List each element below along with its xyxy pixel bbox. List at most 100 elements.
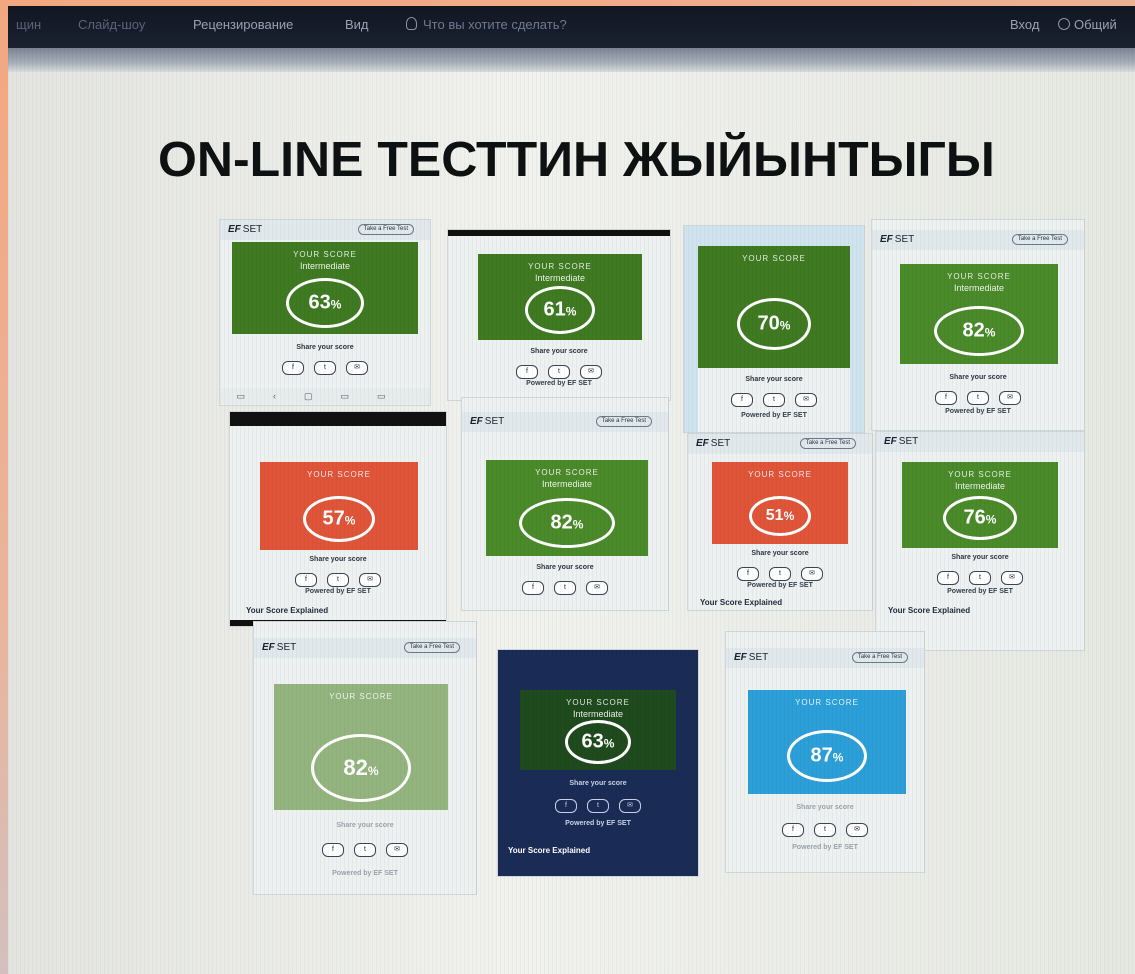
take-test-button[interactable]: Take a Free Test xyxy=(851,652,908,663)
score-panel: YOUR SCORE Intermediate 76% xyxy=(902,462,1058,548)
result-card: EF SET Take a Free Test YOUR SCORE Interm… xyxy=(462,398,668,610)
take-test-button[interactable]: Take a Free Test xyxy=(403,642,460,653)
share-button[interactable]: Общий xyxy=(1058,17,1117,32)
score-panel: YOUR SCORE Intermediate 63% xyxy=(232,242,418,334)
menu-tab-partial[interactable]: щин xyxy=(16,17,41,32)
email-icon[interactable]: ✉ xyxy=(999,391,1021,405)
score-value: 76% xyxy=(963,506,997,529)
your-score-label: YOUR SCORE xyxy=(293,250,357,259)
take-test-button[interactable]: Take a Free Test xyxy=(799,438,856,449)
facebook-icon[interactable]: f xyxy=(935,391,957,405)
twitter-icon[interactable]: t xyxy=(554,581,576,595)
score-value: 63% xyxy=(308,291,342,314)
ef-set-logo: EF SET xyxy=(734,652,769,663)
score-value: 82% xyxy=(343,755,379,780)
facebook-icon[interactable]: f xyxy=(782,823,804,837)
twitter-icon[interactable]: t xyxy=(314,361,336,375)
sign-in-link[interactable]: Вход xyxy=(1010,17,1039,32)
email-icon[interactable]: ✉ xyxy=(386,843,408,857)
facebook-icon[interactable]: f xyxy=(555,799,577,813)
twitter-icon[interactable]: t xyxy=(354,843,376,857)
share-icons: f t ✉ xyxy=(876,566,1084,585)
phone-nav-bar: ▭‹▢▭▭ xyxy=(220,388,430,404)
score-value: 87% xyxy=(810,744,844,767)
share-label: Share your score xyxy=(569,780,627,787)
facebook-icon[interactable]: f xyxy=(737,567,759,581)
score-explained-heading: Your Score Explained xyxy=(508,846,591,855)
twitter-icon[interactable]: t xyxy=(969,571,991,585)
twitter-icon[interactable]: t xyxy=(327,573,349,587)
ef-set-logo: EF SET xyxy=(470,416,505,427)
your-score-label: YOUR SCORE xyxy=(748,470,812,479)
ef-set-logo: EF SET xyxy=(262,642,297,653)
result-card: EF SET Take a Free Test YOUR SCORE 87% Sh… xyxy=(726,632,924,872)
level-label: Intermediate xyxy=(534,273,586,283)
lightbulb-icon xyxy=(406,17,417,30)
powered-by: Powered by EF SET xyxy=(792,844,858,851)
tell-me-search[interactable]: Что вы хотите сделать? xyxy=(406,17,567,32)
menu-tab-view[interactable]: Вид xyxy=(345,17,369,32)
email-icon[interactable]: ✉ xyxy=(359,573,381,587)
your-score-label: YOUR SCORE xyxy=(947,272,1011,281)
score-panel: YOUR SCORE 51% xyxy=(712,462,848,544)
facebook-icon[interactable]: f xyxy=(295,573,317,587)
menu-tab-review[interactable]: Рецензирование xyxy=(193,17,293,32)
level-label: Intermediate xyxy=(954,481,1006,491)
your-score-label: YOUR SCORE xyxy=(742,254,806,263)
result-card: EF SET Take a Free Test YOUR SCORE 51% Sh… xyxy=(688,434,872,610)
score-ring: 82% xyxy=(311,734,411,802)
result-card: YOUR SCORE 57% Share your score f t ✉ Powe… xyxy=(230,412,446,626)
share-icons: f t ✉ xyxy=(872,386,1084,405)
share-icons: f t ✉ xyxy=(448,360,670,379)
card-topbar: EF SET Take a Free Test xyxy=(872,230,1084,250)
share-icons: f t ✉ xyxy=(254,838,476,857)
level-label: Intermediate xyxy=(953,283,1005,293)
twitter-icon[interactable]: t xyxy=(763,393,785,407)
twitter-icon[interactable]: t xyxy=(769,567,791,581)
facebook-icon[interactable]: f xyxy=(322,843,344,857)
twitter-icon[interactable]: t xyxy=(814,823,836,837)
your-score-label: YOUR SCORE xyxy=(329,692,393,701)
take-test-button[interactable]: Take a Free Test xyxy=(1011,234,1068,245)
result-card: EF SET Take a Free Test YOUR SCORE Interm… xyxy=(872,220,1084,430)
powered-by: Powered by EF SET xyxy=(741,412,807,419)
score-ring: 51% xyxy=(749,496,811,536)
email-icon[interactable]: ✉ xyxy=(795,393,817,407)
powerpoint-ribbon: щин Слайд-шоу Рецензирование Вид Что вы … xyxy=(8,6,1135,48)
menu-tab-slideshow[interactable]: Слайд-шоу xyxy=(78,17,145,32)
card-topbar: EF SET Take a Free Test xyxy=(220,220,430,240)
facebook-icon[interactable]: f xyxy=(522,581,544,595)
email-icon[interactable]: ✉ xyxy=(1001,571,1023,585)
share-icons: f t ✉ xyxy=(726,818,924,837)
email-icon[interactable]: ✉ xyxy=(586,581,608,595)
facebook-icon[interactable]: f xyxy=(731,393,753,407)
powered-by: Powered by EF SET xyxy=(305,588,371,595)
email-icon[interactable]: ✉ xyxy=(846,823,868,837)
twitter-icon[interactable]: t xyxy=(967,391,989,405)
email-icon[interactable]: ✉ xyxy=(801,567,823,581)
your-score-label: YOUR SCORE xyxy=(307,470,371,479)
score-ring: 57% xyxy=(303,496,375,542)
person-add-icon xyxy=(1058,18,1070,30)
result-card: YOUR SCORE Intermediate 61% Share your s… xyxy=(448,230,670,400)
twitter-icon[interactable]: t xyxy=(587,799,609,813)
email-icon[interactable]: ✉ xyxy=(346,361,368,375)
powered-by: Powered by EF SET xyxy=(945,408,1011,415)
facebook-icon[interactable]: f xyxy=(937,571,959,585)
facebook-icon[interactable]: f xyxy=(516,365,538,379)
score-ring: 82% xyxy=(934,306,1024,356)
level-label: Intermediate xyxy=(541,479,593,489)
ef-set-logo: EF SET xyxy=(880,234,915,245)
email-icon[interactable]: ✉ xyxy=(580,365,602,379)
share-icons: f t ✉ xyxy=(498,794,698,813)
take-test-button[interactable]: Take a Free Test xyxy=(595,416,652,427)
ribbon-shadow xyxy=(8,48,1135,72)
facebook-icon[interactable]: f xyxy=(282,361,304,375)
powered-by: Powered by EF SET xyxy=(332,870,398,877)
take-test-button[interactable]: Take a Free Test xyxy=(357,224,414,235)
email-icon[interactable]: ✉ xyxy=(619,799,641,813)
score-ring: 87% xyxy=(787,730,867,782)
share-label: Share your score xyxy=(309,556,367,563)
result-card: EF SET YOUR SCORE Intermediate 76% Share … xyxy=(876,432,1084,650)
twitter-icon[interactable]: t xyxy=(548,365,570,379)
